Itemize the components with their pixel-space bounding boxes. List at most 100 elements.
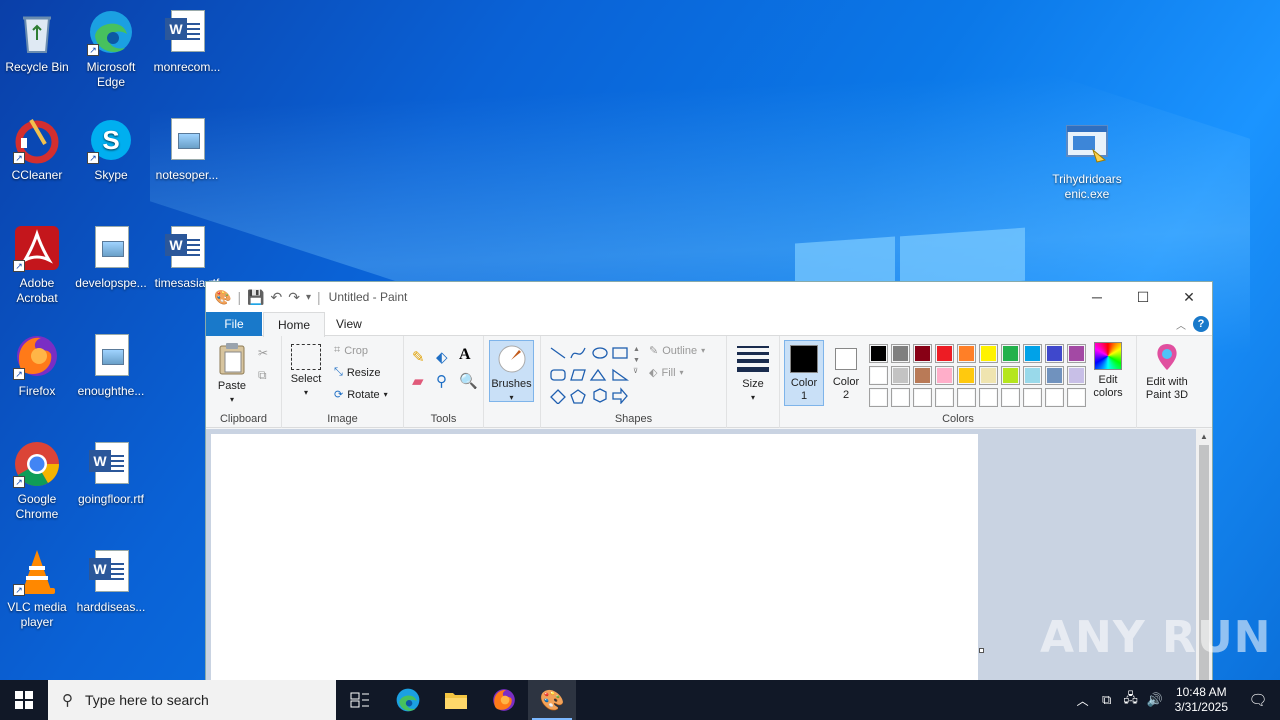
minimize-button[interactable]: ─ bbox=[1074, 282, 1120, 312]
desktop-icon-trihydridoarsenic[interactable]: Trihydridoarsenic.exe bbox=[1049, 120, 1125, 202]
cut-icon[interactable]: ✂ bbox=[258, 346, 274, 362]
desktop-icon-ccleaner[interactable]: ↗ CCleaner bbox=[0, 116, 75, 183]
taskbar-edge[interactable] bbox=[384, 680, 432, 720]
palette-color-swatch[interactable] bbox=[913, 388, 932, 407]
maximize-button[interactable]: ☐ bbox=[1120, 282, 1166, 312]
canvas-resize-handle[interactable] bbox=[979, 648, 984, 653]
tab-view[interactable]: View bbox=[322, 312, 376, 336]
palette-color-swatch[interactable] bbox=[1001, 366, 1020, 385]
notifications-icon[interactable]: 🗨 bbox=[1236, 691, 1280, 709]
color1-button[interactable]: Color 1 bbox=[784, 340, 824, 406]
palette-color-swatch[interactable] bbox=[1067, 344, 1086, 363]
edit-colors-button[interactable]: Edit colors bbox=[1086, 342, 1130, 400]
palette-color-swatch[interactable] bbox=[1023, 366, 1042, 385]
paint-app-icon[interactable]: 🎨 bbox=[214, 289, 231, 306]
edit-paint3d-button[interactable]: Edit with Paint 3D bbox=[1139, 342, 1195, 402]
desktop-icon-enoughthe[interactable]: enoughthe... bbox=[73, 332, 149, 399]
palette-color-swatch[interactable] bbox=[891, 344, 910, 363]
tab-home[interactable]: Home bbox=[263, 312, 326, 337]
device-icon[interactable]: ⧉ bbox=[1095, 692, 1119, 708]
taskbar-file-explorer[interactable] bbox=[432, 680, 480, 720]
tab-file[interactable]: File bbox=[206, 312, 262, 336]
desktop-icon-harddiseas[interactable]: W harddiseas... bbox=[73, 548, 149, 615]
brushes-button[interactable]: Brushes ▾ bbox=[489, 340, 534, 402]
eraser-icon[interactable]: ▰ bbox=[412, 372, 424, 390]
taskbar-search[interactable]: ⚲ Type here to search bbox=[48, 680, 336, 720]
size-button[interactable]: Size ▾ bbox=[733, 346, 773, 404]
color2-button[interactable]: Color 2 bbox=[826, 340, 866, 406]
palette-color-swatch[interactable] bbox=[869, 366, 888, 385]
desktop-icon-developspe[interactable]: developspe... bbox=[73, 224, 149, 291]
desktop-icon-goingfloor[interactable]: W goingfloor.rtf bbox=[73, 440, 149, 507]
desktop-icon-skype[interactable]: S ↗ Skype bbox=[73, 116, 149, 183]
magnifier-icon[interactable]: 🔍 bbox=[459, 372, 478, 390]
taskbar-firefox[interactable] bbox=[480, 680, 528, 720]
help-icon[interactable]: ? bbox=[1193, 316, 1209, 332]
palette-color-swatch[interactable] bbox=[1045, 388, 1064, 407]
text-tool-icon[interactable]: A bbox=[459, 346, 471, 364]
search-input[interactable]: Type here to search bbox=[85, 692, 209, 708]
color-picker-icon[interactable]: ⚲ bbox=[436, 372, 447, 390]
shapes-gallery[interactable] bbox=[547, 344, 641, 405]
paste-button[interactable]: Paste ▾ bbox=[214, 342, 250, 406]
volume-icon[interactable]: 🔊 bbox=[1143, 692, 1167, 708]
shapes-scroll[interactable]: ▲ ▼ ⊽ bbox=[633, 344, 640, 377]
desktop-icon-vlc[interactable]: ↗ VLC media player bbox=[0, 548, 75, 630]
palette-color-swatch[interactable] bbox=[1023, 344, 1042, 363]
customize-qat-icon[interactable]: ▾ bbox=[306, 292, 311, 303]
save-icon[interactable]: 💾 bbox=[247, 289, 264, 306]
palette-color-swatch[interactable] bbox=[957, 388, 976, 407]
desktop-icon-chrome[interactable]: ↗ Google Chrome bbox=[0, 440, 75, 522]
fill-button[interactable]: ⬖ Fill ▾ bbox=[649, 366, 684, 380]
drawing-canvas[interactable] bbox=[211, 434, 978, 684]
palette-color-swatch[interactable] bbox=[1001, 344, 1020, 363]
palette-color-swatch[interactable] bbox=[1001, 388, 1020, 407]
palette-color-swatch[interactable] bbox=[891, 366, 910, 385]
crop-button[interactable]: ⌗ Crop bbox=[334, 344, 368, 357]
palette-color-swatch[interactable] bbox=[979, 388, 998, 407]
title-bar[interactable]: 🎨 | 💾 ↶ ↷ ▾ | Untitled - Paint ─ ☐ ✕ bbox=[206, 282, 1212, 312]
desktop-icon-edge[interactable]: ↗ Microsoft Edge bbox=[73, 8, 149, 90]
palette-color-swatch[interactable] bbox=[1045, 344, 1064, 363]
palette-color-swatch[interactable] bbox=[1023, 388, 1042, 407]
select-button[interactable]: Select ▾ bbox=[288, 344, 324, 399]
palette-color-swatch[interactable] bbox=[869, 344, 888, 363]
palette-color-swatch[interactable] bbox=[1045, 366, 1064, 385]
undo-icon[interactable]: ↶ bbox=[271, 289, 283, 306]
clock[interactable]: 10:48 AM 3/31/2025 bbox=[1167, 685, 1236, 715]
palette-color-swatch[interactable] bbox=[979, 366, 998, 385]
show-hidden-icons-icon[interactable]: ︿ bbox=[1071, 692, 1095, 709]
palette-color-swatch[interactable] bbox=[935, 388, 954, 407]
desktop-icon-monrecom[interactable]: W monrecom... bbox=[149, 8, 225, 75]
fill-bucket-icon[interactable]: ⬖ bbox=[436, 348, 448, 366]
scroll-up-icon[interactable]: ▲ bbox=[1196, 429, 1212, 445]
desktop-icon-acrobat[interactable]: ↗ Adobe Acrobat bbox=[0, 224, 75, 306]
desktop-icon-firefox[interactable]: ↗ Firefox bbox=[0, 332, 75, 399]
palette-color-swatch[interactable] bbox=[979, 344, 998, 363]
network-icon[interactable]: 🖧 bbox=[1119, 689, 1143, 711]
palette-color-swatch[interactable] bbox=[957, 344, 976, 363]
taskbar-paint[interactable]: 🎨 bbox=[528, 680, 576, 720]
palette-color-swatch[interactable] bbox=[935, 344, 954, 363]
redo-icon[interactable]: ↷ bbox=[288, 289, 300, 306]
resize-button[interactable]: ⤡ Resize bbox=[334, 366, 380, 379]
palette-color-swatch[interactable] bbox=[1067, 366, 1086, 385]
outline-button[interactable]: ✎ Outline ▾ bbox=[649, 344, 705, 358]
palette-color-swatch[interactable] bbox=[935, 366, 954, 385]
start-button[interactable] bbox=[0, 680, 48, 720]
palette-color-swatch[interactable] bbox=[869, 388, 888, 407]
task-view-button[interactable] bbox=[336, 680, 384, 720]
close-button[interactable]: ✕ bbox=[1166, 282, 1212, 312]
palette-color-swatch[interactable] bbox=[913, 344, 932, 363]
desktop-icon-recycle-bin[interactable]: Recycle Bin bbox=[0, 8, 75, 75]
palette-color-swatch[interactable] bbox=[913, 366, 932, 385]
pencil-icon[interactable]: ✎ bbox=[412, 348, 425, 366]
collapse-ribbon-icon[interactable]: ︿ bbox=[1176, 317, 1186, 332]
palette-color-swatch[interactable] bbox=[957, 366, 976, 385]
palette-color-swatch[interactable] bbox=[891, 388, 910, 407]
desktop-icon-notesoper[interactable]: notesoper... bbox=[149, 116, 225, 183]
copy-icon[interactable]: ⧉ bbox=[258, 368, 274, 384]
palette-color-swatch[interactable] bbox=[1067, 388, 1086, 407]
paint-icon: 🎨 bbox=[539, 689, 565, 712]
rotate-button[interactable]: ⟳ Rotate ▾ bbox=[334, 388, 388, 402]
